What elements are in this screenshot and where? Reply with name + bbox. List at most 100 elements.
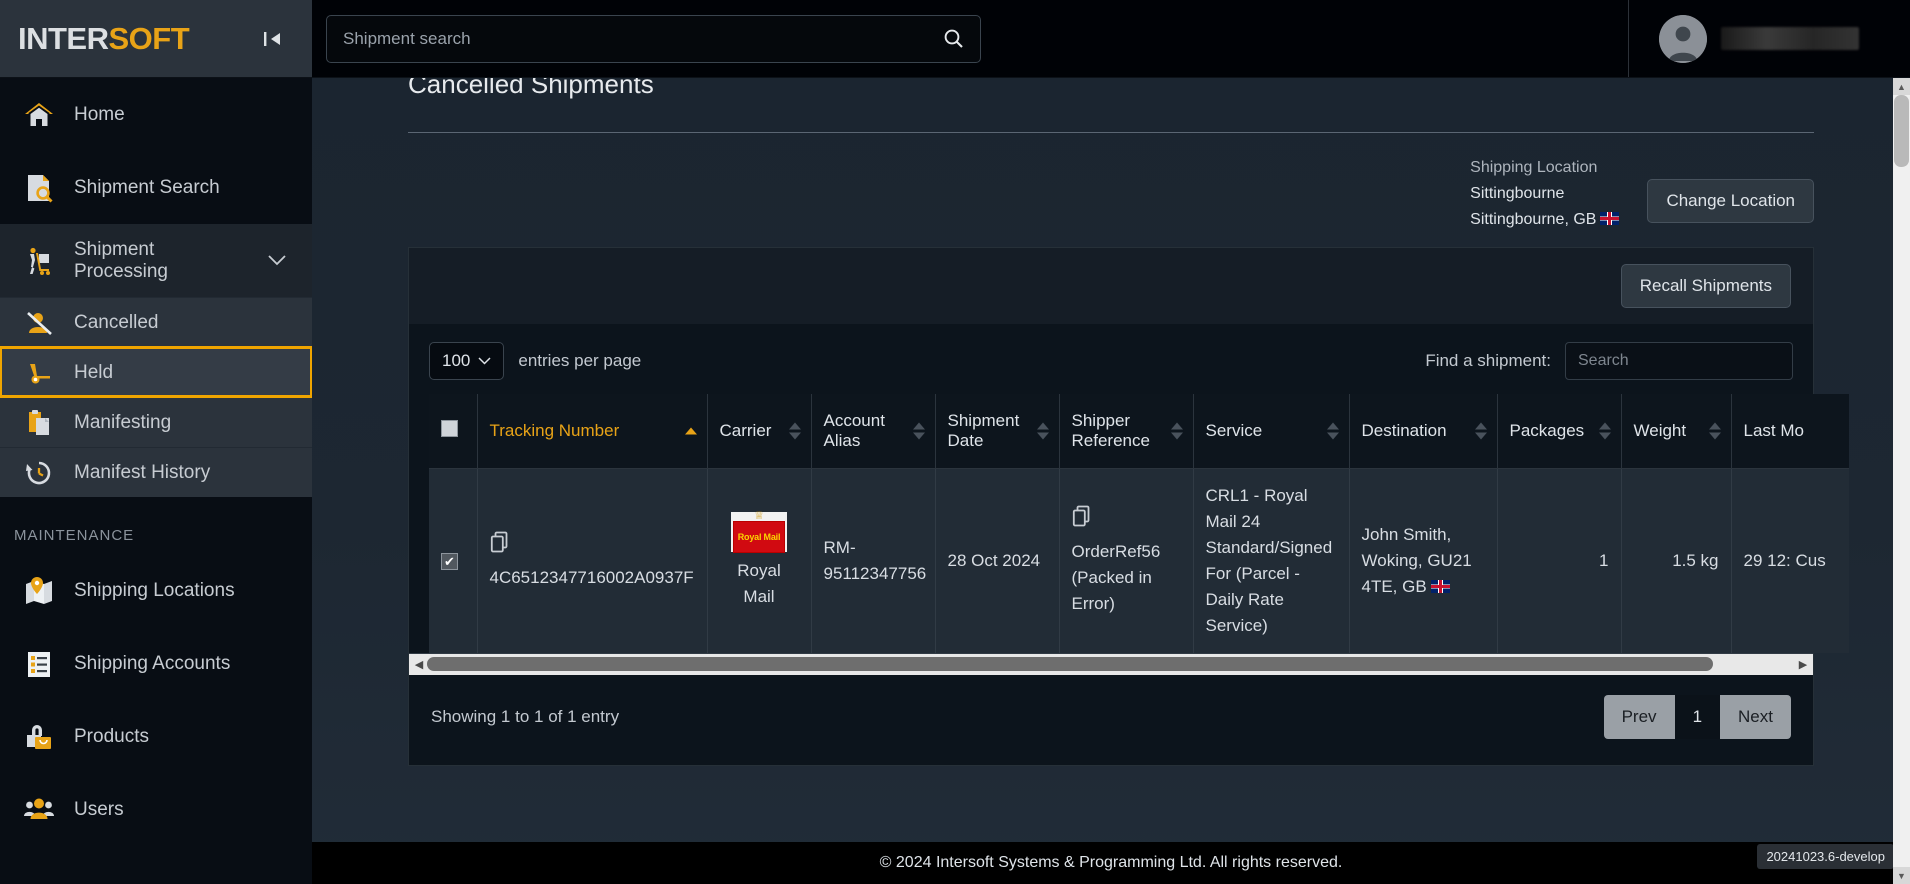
carrier-value: Royal Mail [737,560,781,606]
sidebar-item-cancelled[interactable]: Cancelled [0,297,312,347]
column-header-carrier[interactable]: Carrier [706,394,811,469]
hand-truck-icon [22,244,56,278]
body-row: Home Shipment Search Shipment Processing… [0,78,1910,884]
document-search-icon [22,171,56,205]
select-all-checkbox[interactable] [441,419,458,437]
shipment-search-box[interactable] [326,14,981,63]
avatar-person-icon [1659,14,1707,63]
column-label: Carrier [719,420,772,440]
sidebar-item-shipping-locations[interactable]: Shipping Locations [0,554,312,627]
sidebar-item-shipment-processing[interactable]: Shipment Processing [0,224,312,297]
sidebar-item-label: Shipping Locations [74,579,235,601]
row-select-cell[interactable]: ✔ [429,468,477,653]
table-head: Tracking Number Carrier Account Alias Sh… [429,394,1849,469]
app-logo[interactable]: INTERSOFT [18,20,190,57]
sidebar-item-manifest-history[interactable]: Manifest History [0,447,312,497]
main-content: Cancelled Shipments Shipping Location Si… [312,78,1910,884]
sidebar-item-manifesting[interactable]: Manifesting [0,397,312,447]
vscroll-thumb[interactable] [1894,95,1909,167]
search-icon[interactable] [943,28,964,49]
cell-service: CRL1 - Royal Mail 24 Standard/Signed For… [1192,468,1349,653]
user-name-label [1721,27,1859,50]
sidebar-item-shipping-accounts[interactable]: Shipping Accounts [0,627,312,700]
shipping-location-row: Shipping Location Sittingbourne Sittingb… [408,155,1814,233]
sort-arrow-icon[interactable] [912,422,925,440]
column-label: Tracking Number [489,420,620,440]
column-header-weight[interactable]: Weight [1620,394,1731,469]
column-header-shipment-date[interactable]: Shipment Date [934,394,1059,469]
page-vertical-scrollbar[interactable]: ▲ ▼ [1893,78,1910,884]
sidebar-item-shipment-search[interactable]: Shipment Search [0,151,312,224]
column-label: Destination [1361,420,1447,440]
title-divider [408,132,1814,133]
destination-value: John Smith, Woking, GU21 4TE, GB [1361,524,1472,596]
sidebar-item-home[interactable]: Home [0,78,312,151]
hscroll-track[interactable] [427,657,1795,671]
page-length-select[interactable]: 100 [429,342,505,380]
sort-arrow-icon[interactable] [1708,422,1721,440]
pagination-page-1[interactable]: 1 [1674,694,1721,739]
global-search-zone [312,0,1628,77]
sidebar-item-users[interactable]: Users [0,773,312,846]
sort-arrow-icon[interactable] [1598,422,1611,440]
pagination: Prev 1 Next [1603,694,1791,739]
cell-tracking-number: 4C6512347716002A0937F [476,468,707,653]
sidebar: Home Shipment Search Shipment Processing… [0,78,312,884]
pagination-next-button[interactable]: Next [1720,694,1791,739]
collapse-sidebar-icon[interactable] [262,29,284,49]
sidebar-item-label: Shipping Accounts [74,652,231,674]
royal-mail-logo-icon: ♕ Royal Mail [731,510,787,553]
find-shipment-input[interactable] [1565,342,1793,380]
hscroll-thumb[interactable] [427,657,1713,671]
column-header-last-modified[interactable]: Last Mo [1730,394,1849,469]
table-wrap: 100 entries per page Find a shipment: Se… [409,324,1849,653]
sort-arrow-icon[interactable] [1170,422,1183,440]
change-location-button[interactable]: Change Location [1647,179,1814,223]
avatar[interactable] [1659,14,1707,63]
shipping-location-name: Sittingbourne [1470,185,1565,202]
column-label: Last Mo [1743,420,1804,440]
search-input[interactable] [343,28,943,49]
sidebar-item-label: Manifest History [74,461,211,483]
logo-text-light: INTER [18,20,109,56]
column-header-packages[interactable]: Packages [1496,394,1621,469]
sort-arrow-icon[interactable] [684,427,697,435]
pagination-prev-button[interactable]: Prev [1603,694,1675,739]
scroll-up-icon[interactable]: ▲ [1893,78,1910,95]
held-trolley-icon [22,356,56,390]
sort-arrow-icon[interactable] [788,422,801,440]
sidebar-item-held[interactable]: Held [0,346,312,398]
sort-arrow-icon[interactable] [1036,422,1049,440]
app-root: INTERSOFT Shipment search Home Shipment … [0,0,1910,884]
column-label: Account Alias [823,410,885,450]
sort-arrow-icon[interactable] [1326,422,1339,440]
column-header-shipper-reference[interactable]: Shipper Reference [1058,394,1193,469]
column-header-service[interactable]: Service [1192,394,1349,469]
recall-shipments-button[interactable]: Recall Shipments [1620,264,1791,308]
scroll-left-icon[interactable]: ◀ [411,658,427,671]
vscroll-track[interactable] [1893,95,1910,867]
row-checkbox[interactable]: ✔ [441,552,458,570]
column-label: Packages [1509,420,1585,440]
chevron-down-icon[interactable] [268,253,286,269]
column-header-tracking-number[interactable]: Tracking Number [476,394,707,469]
page-length-suffix: entries per page [518,351,642,370]
scroll-down-icon[interactable]: ▼ [1893,867,1910,884]
sort-arrow-icon[interactable] [1474,422,1487,440]
cell-shipment-date: 28 Oct 2024 [934,468,1059,653]
shipping-location-address: Sittingbourne, GB [1470,211,1597,228]
copy-icon[interactable] [490,531,695,561]
table-row[interactable]: ✔ 4C6512347716002A0937F ♕ Royal Mail Roy… [429,468,1849,653]
table-body: ✔ 4C6512347716002A0937F ♕ Royal Mail Roy… [429,468,1849,653]
scroll-right-icon[interactable]: ▶ [1795,658,1811,671]
page-length-control: 100 entries per page [429,342,641,380]
copy-icon[interactable] [1072,505,1181,535]
users-icon [22,793,56,827]
sidebar-item-products[interactable]: Products [0,700,312,773]
column-header-destination[interactable]: Destination [1348,394,1497,469]
user-zone[interactable] [1628,0,1910,77]
cell-account-alias: RM-95112347756 [810,468,935,653]
column-header-account-alias[interactable]: Account Alias [810,394,935,469]
select-all-header[interactable] [429,394,477,469]
table-horizontal-scrollbar[interactable]: ◀ ▶ [409,652,1813,675]
